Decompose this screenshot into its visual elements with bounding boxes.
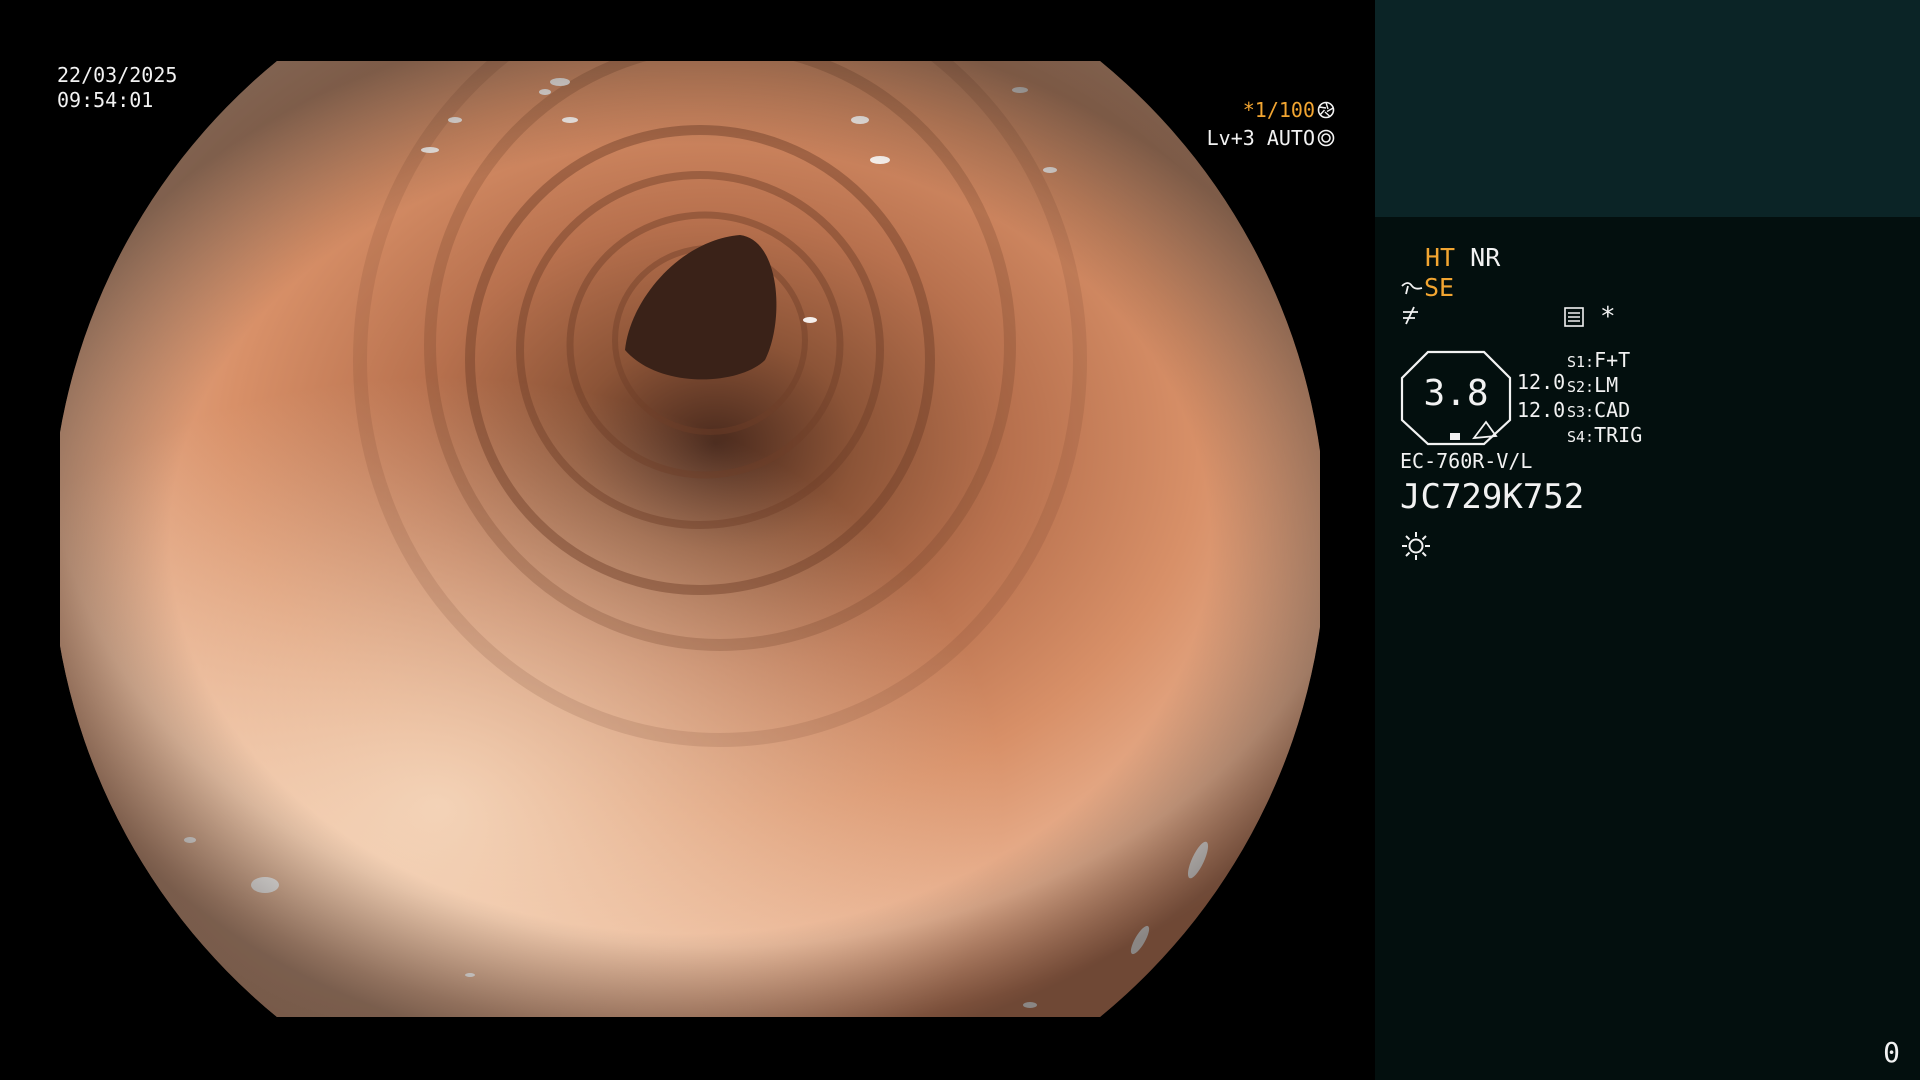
switch-value: TRIG [1594,423,1643,447]
sun-icon [1402,532,1430,560]
switch-key: S1: [1567,353,1595,371]
switch-value: F+T [1594,348,1631,372]
setting-value-top: 12.0 [1517,370,1566,394]
panel-header-area [1375,0,1920,217]
shutter-speed: *1/100 [1242,98,1315,122]
date-time-stamp: 22/03/2025 09:54:01 [57,63,177,113]
switch-key: S2: [1567,378,1595,396]
endoscopic-image [60,61,1320,1017]
enhancement-row: SE [1400,273,1454,303]
enhance-curve-icon [1401,282,1423,295]
zoom-value: 3.8 [1423,373,1489,414]
switch-3: S3:CAD [1567,398,1630,424]
color-mode-row [1400,303,1424,333]
star-marker: * [1600,302,1616,332]
status-panel: HT NR SE * 3.8 12.0 12.0 S1:F+T S2:LM S3… [1375,0,1920,1080]
shutter-indicator: *1/100 [1243,98,1335,123]
nr-mode: NR [1470,243,1501,272]
image-mode-row: HT NR [1425,243,1500,273]
iris-icon [1317,129,1335,147]
switch-key: S3: [1567,403,1595,421]
scope-model: EC-760R-V/L [1400,449,1533,473]
record-list-icon [1564,307,1584,327]
zoom-indicator: 3.8 [1400,350,1516,446]
switch-value: CAD [1594,398,1631,422]
endoscope-view: 22/03/2025 09:54:01 *1/100 Lv+3 AUTO [0,0,1375,1080]
not-equal-curve-icon [1403,306,1418,325]
brightness-level-indicator: Lv+3 AUTO [1207,126,1335,151]
switch-key: S4: [1567,428,1595,446]
date-text: 22/03/2025 [57,63,178,87]
switch-2: S2:LM [1567,373,1618,399]
brightness-level: Lv+3 [1206,126,1255,150]
frame-counter: 0 [1883,1036,1900,1069]
switch-1: S1:F+T [1567,348,1630,374]
setting-value-bottom: 12.0 [1517,398,1566,422]
switch-value: LM [1594,373,1619,397]
time-text: 09:54:01 [57,88,154,112]
iris-mode: AUTO [1266,126,1315,150]
aperture-icon [1317,101,1335,119]
se-mode: SE [1424,273,1455,302]
ht-mode: HT [1425,243,1456,272]
switch-4: S4:TRIG [1567,423,1642,449]
scope-serial: JC729K752 [1400,477,1585,517]
